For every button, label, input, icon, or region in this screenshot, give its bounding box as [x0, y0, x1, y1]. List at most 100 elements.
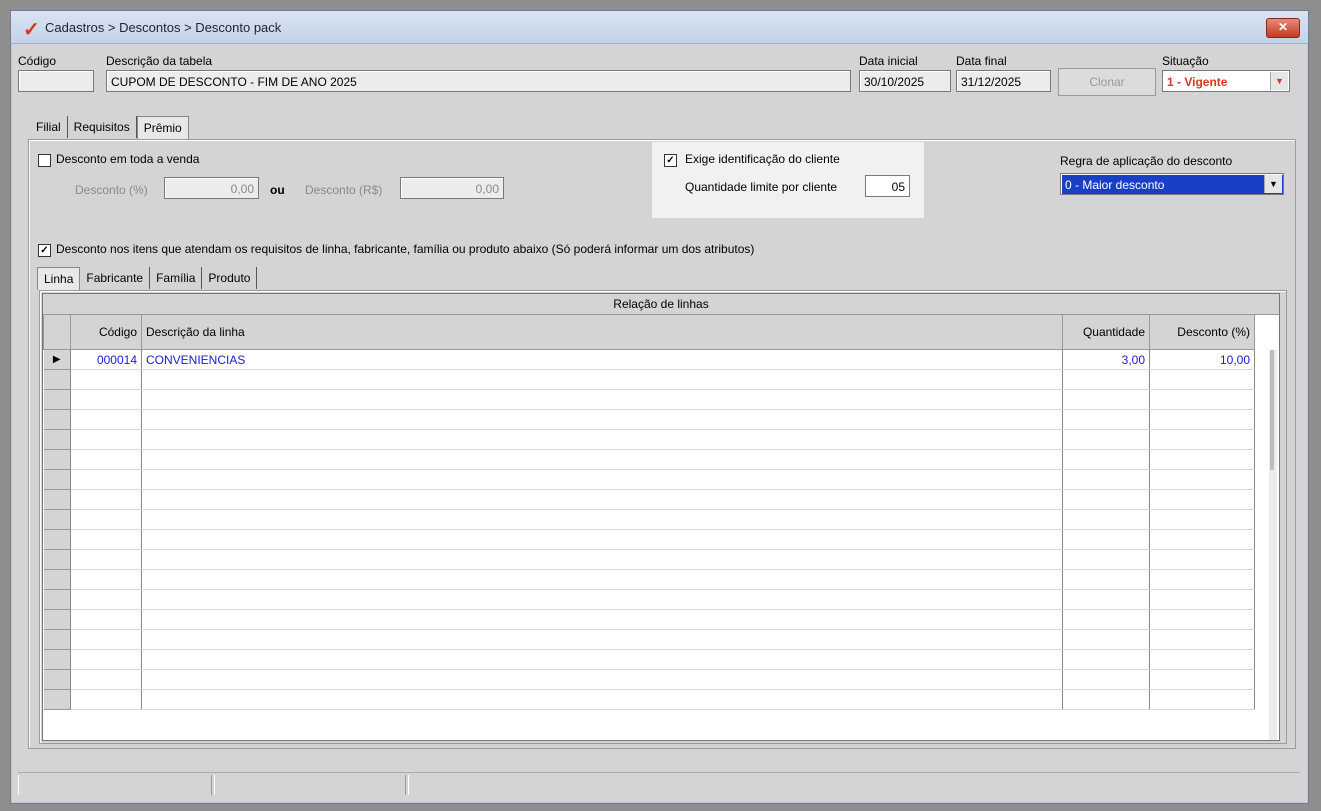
- cell-desconto[interactable]: [1149, 549, 1255, 570]
- cell-descricao[interactable]: [141, 389, 1063, 410]
- cell-quantidade[interactable]: [1062, 669, 1150, 690]
- cell-quantidade[interactable]: [1062, 569, 1150, 590]
- chevron-down-icon[interactable]: ▼: [1270, 72, 1288, 90]
- row-indicator[interactable]: [43, 649, 71, 670]
- cell-desconto[interactable]: [1149, 389, 1255, 410]
- col-desconto-header[interactable]: Desconto (%): [1149, 314, 1255, 350]
- cell-descricao[interactable]: [141, 549, 1063, 570]
- cell-codigo[interactable]: [70, 449, 142, 470]
- cell-descricao[interactable]: [141, 509, 1063, 530]
- cell-descricao[interactable]: [141, 429, 1063, 450]
- row-indicator[interactable]: [43, 489, 71, 510]
- cell-desconto[interactable]: [1149, 589, 1255, 610]
- row-indicator[interactable]: [43, 429, 71, 450]
- cell-codigo[interactable]: [70, 409, 142, 430]
- row-indicator[interactable]: [43, 609, 71, 630]
- tab-premio[interactable]: Prêmio: [136, 116, 189, 139]
- linhas-grid[interactable]: Relação de linhas Código Descrição da li…: [42, 293, 1280, 741]
- descricao-field[interactable]: CUPOM DE DESCONTO - FIM DE ANO 2025: [106, 70, 851, 92]
- row-indicator[interactable]: [43, 529, 71, 550]
- cell-descricao[interactable]: [141, 529, 1063, 550]
- row-indicator[interactable]: [43, 689, 71, 710]
- cell-desconto[interactable]: 10,00: [1149, 349, 1255, 370]
- table-row[interactable]: [43, 649, 1255, 670]
- cell-desconto[interactable]: [1149, 509, 1255, 530]
- cell-descricao[interactable]: [141, 649, 1063, 670]
- tab-linha[interactable]: Linha: [37, 267, 81, 290]
- table-row[interactable]: [43, 469, 1255, 490]
- row-indicator[interactable]: [43, 509, 71, 530]
- cell-quantidade[interactable]: [1062, 529, 1150, 550]
- cell-desconto[interactable]: [1149, 609, 1255, 630]
- table-row[interactable]: [43, 449, 1255, 470]
- cell-descricao[interactable]: [141, 449, 1063, 470]
- cell-codigo[interactable]: [70, 469, 142, 490]
- table-row[interactable]: ▶ 000014 CONVENIENCIAS 3,00 10,00: [43, 349, 1255, 370]
- cell-codigo[interactable]: 000014: [70, 349, 142, 370]
- cell-descricao[interactable]: [141, 689, 1063, 710]
- cell-desconto[interactable]: [1149, 529, 1255, 550]
- cell-codigo[interactable]: [70, 389, 142, 410]
- cell-codigo[interactable]: [70, 369, 142, 390]
- col-descricao-header[interactable]: Descrição da linha: [141, 314, 1063, 350]
- cell-codigo[interactable]: [70, 569, 142, 590]
- desconto-rs-field[interactable]: 0,00: [400, 177, 504, 199]
- cell-desconto[interactable]: [1149, 629, 1255, 650]
- data-final-field[interactable]: 31/12/2025: [956, 70, 1051, 92]
- cell-quantidade[interactable]: 3,00: [1062, 349, 1150, 370]
- table-row[interactable]: [43, 569, 1255, 590]
- table-row[interactable]: [43, 629, 1255, 650]
- data-inicial-field[interactable]: 30/10/2025: [859, 70, 951, 92]
- cell-codigo[interactable]: [70, 429, 142, 450]
- cell-quantidade[interactable]: [1062, 649, 1150, 670]
- table-row[interactable]: [43, 429, 1255, 450]
- row-indicator[interactable]: [43, 589, 71, 610]
- table-row[interactable]: [43, 509, 1255, 530]
- situacao-select[interactable]: 1 - Vigente ▼: [1162, 70, 1290, 92]
- table-row[interactable]: [43, 409, 1255, 430]
- cell-codigo[interactable]: [70, 509, 142, 530]
- row-indicator[interactable]: [43, 549, 71, 570]
- row-indicator[interactable]: [43, 569, 71, 590]
- cell-desconto[interactable]: [1149, 569, 1255, 590]
- cell-quantidade[interactable]: [1062, 549, 1150, 570]
- cell-quantidade[interactable]: [1062, 589, 1150, 610]
- cell-codigo[interactable]: [70, 609, 142, 630]
- tab-filial[interactable]: Filial: [30, 116, 68, 138]
- table-row[interactable]: [43, 589, 1255, 610]
- desconto-toda-venda-checkbox[interactable]: [38, 154, 51, 167]
- cell-quantidade[interactable]: [1062, 449, 1150, 470]
- desconto-itens-checkbox[interactable]: ✓: [38, 244, 51, 257]
- grid-scrollbar[interactable]: [1269, 350, 1277, 740]
- cell-codigo[interactable]: [70, 529, 142, 550]
- cell-desconto[interactable]: [1149, 369, 1255, 390]
- table-row[interactable]: [43, 389, 1255, 410]
- table-row[interactable]: [43, 529, 1255, 550]
- table-row[interactable]: [43, 369, 1255, 390]
- table-row[interactable]: [43, 549, 1255, 570]
- cell-desconto[interactable]: [1149, 489, 1255, 510]
- cell-codigo[interactable]: [70, 549, 142, 570]
- cell-descricao[interactable]: [141, 409, 1063, 430]
- cell-desconto[interactable]: [1149, 409, 1255, 430]
- regra-select[interactable]: 0 - Maior desconto ▼: [1060, 173, 1284, 195]
- cell-quantidade[interactable]: [1062, 429, 1150, 450]
- quantidade-limite-field[interactable]: 05: [865, 175, 910, 197]
- desconto-pct-field[interactable]: 0,00: [164, 177, 259, 199]
- cell-desconto[interactable]: [1149, 649, 1255, 670]
- cell-descricao[interactable]: [141, 629, 1063, 650]
- table-row[interactable]: [43, 609, 1255, 630]
- cell-quantidade[interactable]: [1062, 489, 1150, 510]
- col-quantidade-header[interactable]: Quantidade: [1062, 314, 1150, 350]
- cell-descricao[interactable]: [141, 369, 1063, 390]
- row-indicator[interactable]: [43, 469, 71, 490]
- cell-desconto[interactable]: [1149, 469, 1255, 490]
- cell-descricao[interactable]: CONVENIENCIAS: [141, 349, 1063, 370]
- cell-codigo[interactable]: [70, 629, 142, 650]
- table-row[interactable]: [43, 669, 1255, 690]
- cell-codigo[interactable]: [70, 689, 142, 710]
- cell-descricao[interactable]: [141, 609, 1063, 630]
- cell-desconto[interactable]: [1149, 429, 1255, 450]
- chevron-down-icon[interactable]: ▼: [1264, 175, 1282, 193]
- cell-desconto[interactable]: [1149, 449, 1255, 470]
